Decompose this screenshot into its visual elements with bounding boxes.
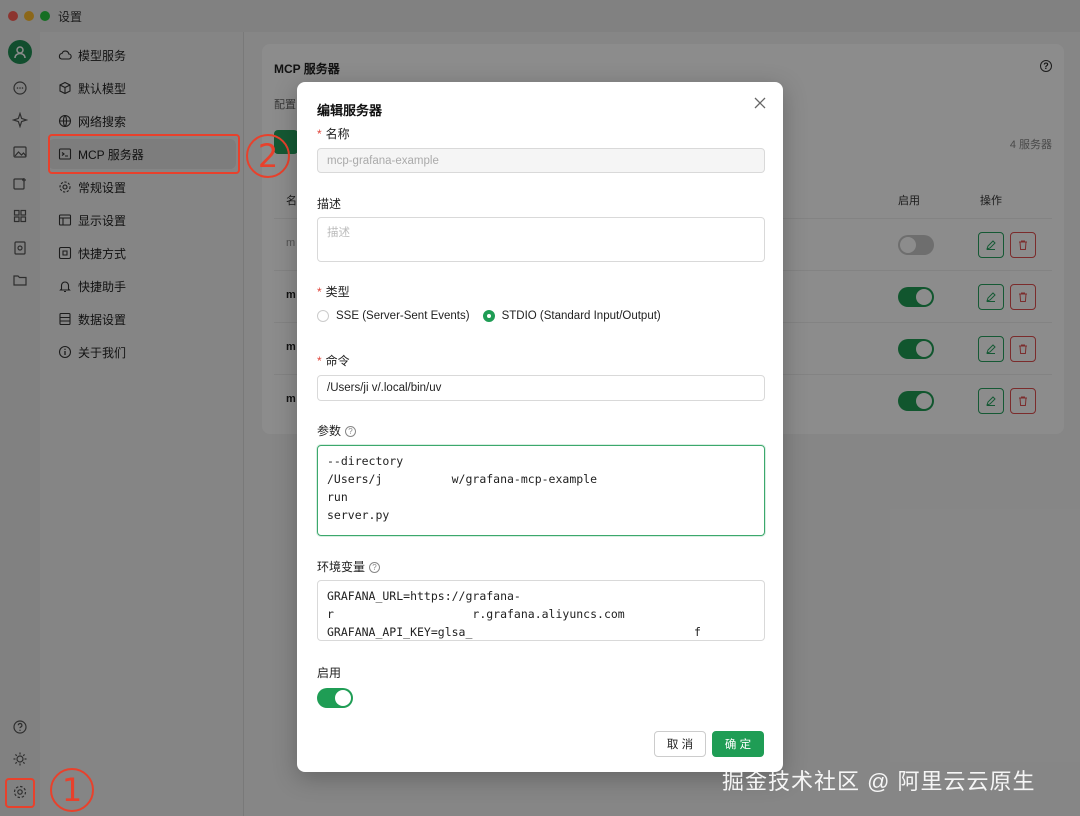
type-stdio-radio[interactable] [482,310,495,322]
type-sse-radio[interactable] [317,310,329,322]
type-stdio-label[interactable]: STDIO (Standard Input/Output) [502,310,661,322]
annotation-step-1-label: 1 [61,771,83,809]
dialog-title: 编辑服务器 [317,103,383,118]
enable-toggle[interactable] [317,688,353,708]
command-field[interactable]: /Users/ji v/.local/bin/uv [317,375,765,401]
description-field[interactable]: 描述 [317,217,765,262]
env-help-icon[interactable]: ? [369,562,381,574]
annotation-step-1: 1 [50,768,94,812]
cancel-button[interactable]: 取 消 [654,731,706,757]
args-label: 参数? [317,422,357,439]
annotation-highlight-mcp [48,134,240,174]
type-radio-group: SSE (Server-Sent Events) STDIO (Standard… [317,310,674,322]
args-help-icon[interactable]: ? [345,426,357,438]
command-label: * 命令 [317,354,350,368]
close-icon[interactable] [753,96,767,110]
annotation-step-2-label: 2 [257,137,279,175]
name-label: * 名称 [317,127,350,141]
name-field[interactable]: mcp-grafana-example [317,148,765,173]
edit-server-dialog: 编辑服务器 * 名称 mcp-grafana-example 描述 描述 * 类型 … [297,82,783,772]
description-label: 描述 [317,197,342,211]
env-textarea[interactable]: GRAFANA_URL=https://grafana- r r.grafana… [317,580,765,641]
annotation-step-2: 2 [246,134,290,178]
watermark: 掘金技术社区 @ 阿里云云原生 [722,769,1036,794]
enable-label: 启用 [317,666,342,680]
env-label: 环境变量? [317,558,381,575]
annotation-highlight-settings [5,778,35,808]
args-textarea[interactable]: --directory /Users/j w/grafana-mcp-examp… [317,445,765,536]
type-sse-label[interactable]: SSE (Server-Sent Events) [336,310,470,322]
type-label: * 类型 [317,285,350,299]
confirm-button[interactable]: 确 定 [712,731,764,757]
